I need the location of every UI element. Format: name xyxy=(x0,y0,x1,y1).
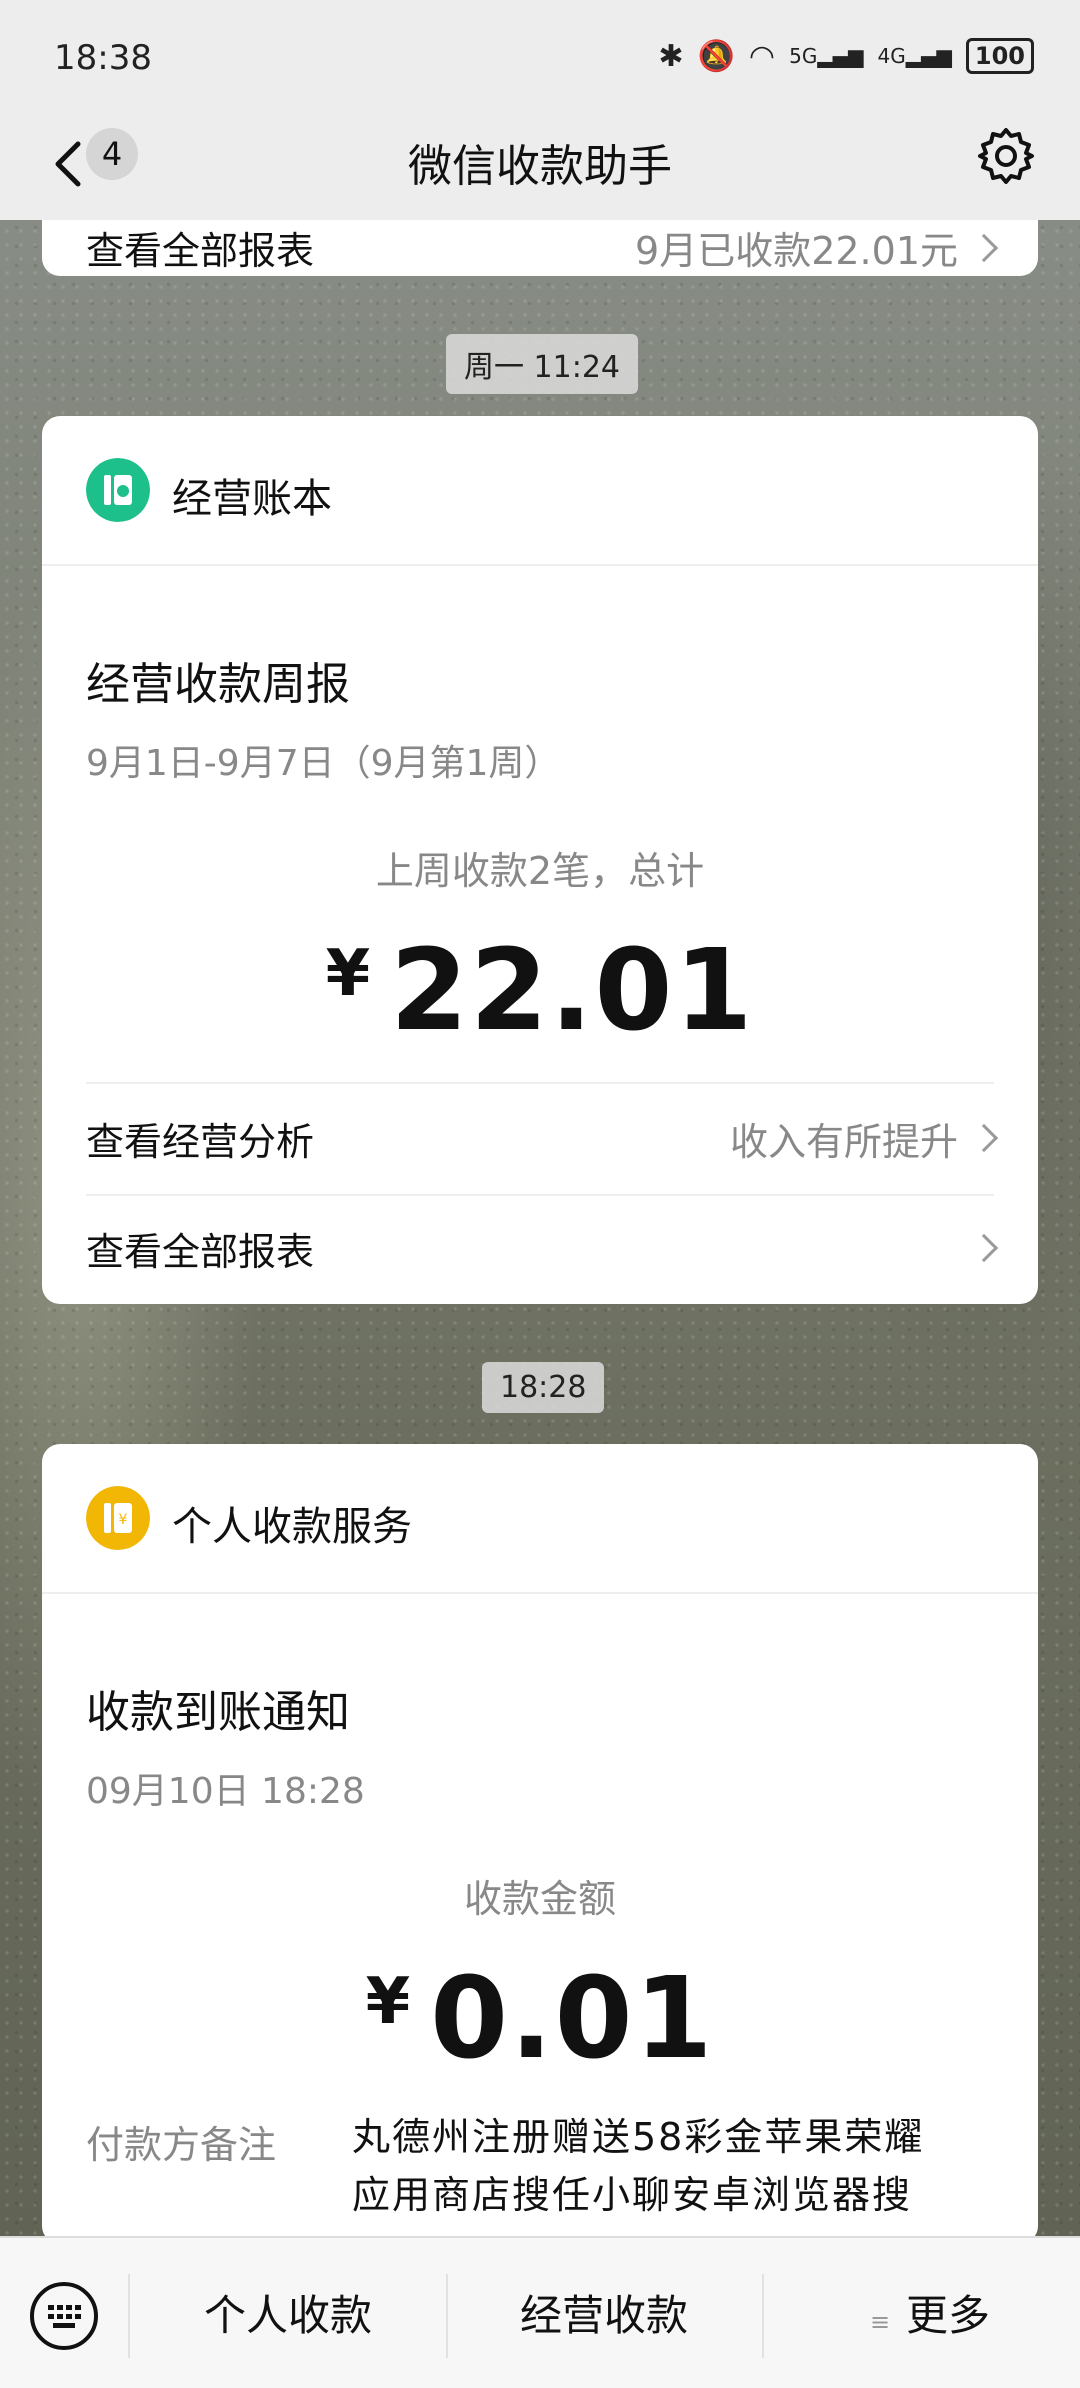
status-bar: 18:38 ✱ 🔕 ◠ 5G▂▄▆ 4G▂▄▆ 100 xyxy=(0,0,1080,110)
payer-remark-label: 付款方备注 xyxy=(86,2123,277,2167)
notice-datetime: 09月10日 18:28 xyxy=(86,1771,365,1812)
view-analysis-row[interactable]: 查看经营分析 收入有所提升 xyxy=(86,1112,999,1164)
currency-symbol: ¥ xyxy=(325,937,373,1011)
signal-5g-icon: 5G▂▄▆ xyxy=(789,44,864,68)
amount-value: 22.01 xyxy=(390,926,755,1056)
bottom-menu-bar: 个人收款 经营收款 ≡ 更多 xyxy=(0,2236,1080,2388)
tab-more[interactable]: ≡ 更多 xyxy=(780,2282,1080,2343)
gear-icon[interactable] xyxy=(976,126,1036,186)
view-analysis-label: 查看经营分析 xyxy=(86,1119,315,1164)
chevron-right-icon xyxy=(969,1123,999,1153)
personal-payment-card[interactable]: ¥ 个人收款服务 收款到账通知 09月10日 18:28 收款金额 ¥0.01 … xyxy=(42,1444,1038,2244)
signal-4g-icon: 4G▂▄▆ xyxy=(877,44,952,68)
received-amount: ¥0.01 xyxy=(42,1954,1038,2084)
report-summary: 上周收款2笔，总计 xyxy=(375,849,705,893)
view-all-reports-row[interactable]: 查看全部报表 xyxy=(86,1222,999,1274)
mute-bell-icon: 🔕 xyxy=(697,38,735,74)
bluetooth-icon: ✱ xyxy=(658,38,684,74)
previous-received-value: 9月已收款22.01元 xyxy=(635,229,958,273)
card-header-title: 个人收款服务 xyxy=(172,1504,412,1550)
tab-personal-payment[interactable]: 个人收款 xyxy=(138,2282,438,2343)
personal-payment-icon: ¥ xyxy=(86,1486,150,1550)
svg-text:¥: ¥ xyxy=(119,1512,128,1528)
card-header: 经营账本 xyxy=(42,416,1038,566)
amount-label: 收款金额 xyxy=(463,1877,616,1921)
chevron-right-icon xyxy=(969,233,999,262)
amount-value: 0.01 xyxy=(430,1954,715,2084)
timestamp: 周一 11:24 xyxy=(446,334,638,394)
currency-symbol: ¥ xyxy=(365,1965,413,2039)
report-title: 经营收款周报 xyxy=(86,659,350,710)
notice-title: 收款到账通知 xyxy=(86,1687,350,1738)
timestamp: 18:28 xyxy=(482,1362,605,1413)
menu-lines-icon: ≡ xyxy=(869,2308,891,2336)
payer-remark-text: 丸德州注册赠送58彩金苹果荣耀 应用商店搜任小聊安卓浏览器搜 xyxy=(352,2115,925,2217)
ledger-icon xyxy=(86,458,150,522)
report-amount: ¥22.01 xyxy=(42,926,1038,1056)
report-date-range: 9月1日-9月7日（9月第1周） xyxy=(86,743,561,784)
keyboard-icon[interactable] xyxy=(28,2280,100,2352)
previous-view-all-label: 查看全部报表 xyxy=(86,229,315,273)
view-all-reports-label: 查看全部报表 xyxy=(86,1229,315,1274)
wifi-icon: ◠ xyxy=(748,38,776,74)
previous-report-card[interactable]: 查看全部报表 9月已收款22.01元 xyxy=(42,220,1038,276)
previous-card-clip: 查看全部报表 9月已收款22.01元 xyxy=(0,220,1080,280)
page-title: 微信收款助手 xyxy=(408,141,672,192)
tab-business-payment[interactable]: 经营收款 xyxy=(454,2282,754,2343)
battery-icon: 100 xyxy=(965,38,1034,74)
card-header-title: 经营账本 xyxy=(172,476,332,522)
chevron-right-icon xyxy=(969,1233,999,1263)
status-time: 18:38 xyxy=(54,38,152,78)
analysis-status: 收入有所提升 xyxy=(729,1119,958,1164)
card-header: ¥ 个人收款服务 xyxy=(42,1444,1038,1594)
business-ledger-card[interactable]: 经营账本 经营收款周报 9月1日-9月7日（9月第1周） 上周收款2笔，总计 ¥… xyxy=(42,416,1038,1304)
